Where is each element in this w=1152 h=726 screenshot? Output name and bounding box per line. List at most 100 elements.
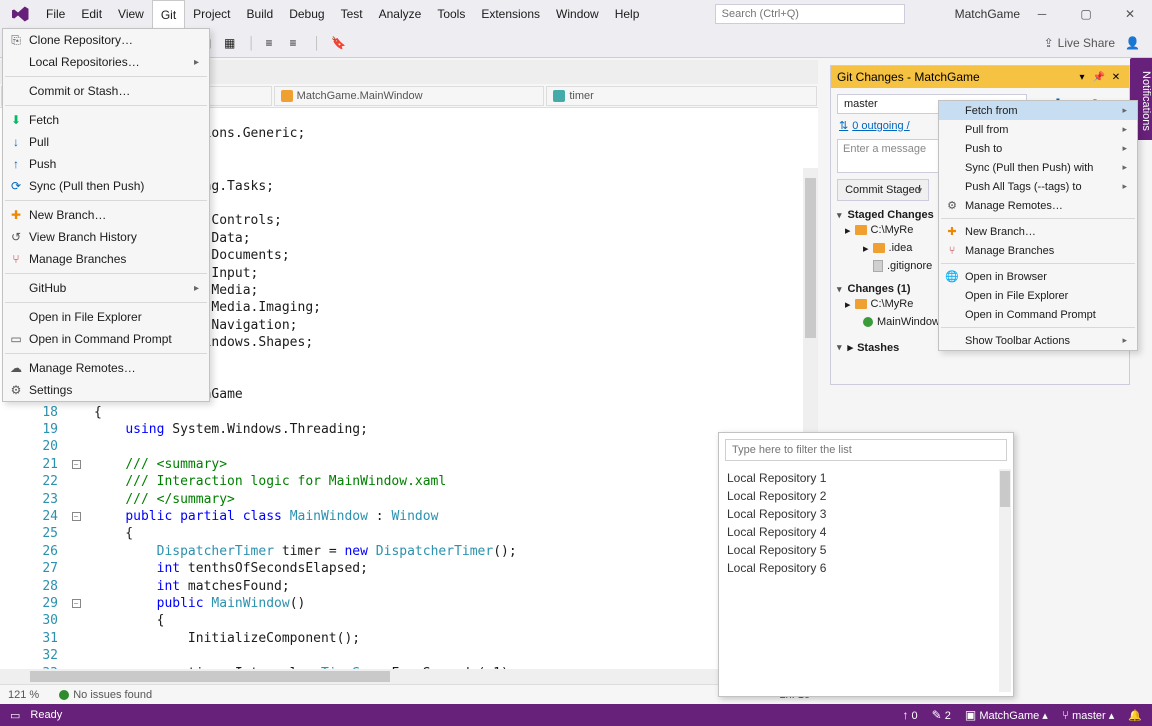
ctx-open-cmd[interactable]: Open in Command Prompt: [939, 305, 1137, 324]
branches-icon: ⑂: [945, 244, 959, 258]
local-repos-popup: Local Repository 1Local Repository 2Loca…: [718, 432, 1014, 697]
panel-pin-icon[interactable]: 📌: [1092, 70, 1106, 84]
menu-project[interactable]: Project: [185, 0, 238, 28]
editor-status-bar: 121 % No issues found Ln: 16: [0, 684, 818, 704]
menu-debug[interactable]: Debug: [281, 0, 332, 28]
status-repo[interactable]: ▣ MatchGame ▴: [965, 708, 1048, 722]
nav-class-dropdown[interactable]: MatchGame.MainWindow: [274, 86, 545, 106]
status-branch[interactable]: ⑂ master ▴: [1062, 708, 1114, 722]
git-menu-fetch[interactable]: ⬇Fetch: [3, 109, 209, 131]
git-menu-push[interactable]: ↑Push: [3, 153, 209, 175]
git-menu-github[interactable]: GitHub▸: [3, 277, 209, 299]
status-bell-icon[interactable]: 🔔: [1128, 709, 1142, 722]
class-icon: [281, 90, 293, 102]
account-icon[interactable]: 👤: [1125, 36, 1140, 50]
file-icon: [873, 260, 883, 272]
ctx-open-fe[interactable]: Open in File Explorer: [939, 286, 1137, 305]
git-menu-manage-branches[interactable]: ⑂Manage Branches: [3, 248, 209, 270]
window-controls: ─ ▢ ✕: [1020, 0, 1152, 28]
ctx-toolbar-actions[interactable]: Show Toolbar Actions▸: [939, 331, 1137, 350]
menu-analyze[interactable]: Analyze: [371, 0, 430, 28]
field-icon: [553, 90, 565, 102]
menu-build[interactable]: Build: [239, 0, 282, 28]
ctx-push-to[interactable]: Push to▸: [939, 139, 1137, 158]
menu-edit[interactable]: Edit: [73, 0, 110, 28]
git-menu-commit-stash[interactable]: Commit or Stash…: [3, 80, 209, 102]
toolbar-glyph-3[interactable]: ≡: [266, 36, 280, 50]
cs-file-icon: [863, 317, 873, 327]
repo-item[interactable]: Local Repository 3: [725, 507, 1007, 525]
repo-filter-input[interactable]: [725, 439, 1007, 461]
search-input[interactable]: [715, 4, 905, 24]
status-edits[interactable]: ✎ 2: [932, 708, 951, 722]
ctx-sync-with[interactable]: Sync (Pull then Push) with▸: [939, 158, 1137, 177]
nav-member-dropdown[interactable]: timer: [546, 86, 817, 106]
ctx-new-branch[interactable]: ✚New Branch…: [939, 222, 1137, 241]
status-upload[interactable]: ↑ 0: [902, 708, 917, 722]
fetch-icon: ⬇: [9, 113, 23, 127]
pull-icon: ↓: [9, 135, 23, 149]
horizontal-scrollbar[interactable]: [0, 669, 818, 684]
git-menu-open-explorer[interactable]: Open in File Explorer: [3, 306, 209, 328]
repo-popup-scrollbar[interactable]: [999, 469, 1011, 692]
ctx-push-all-tags[interactable]: Push All Tags (--tags) to▸: [939, 177, 1137, 196]
repo-item[interactable]: Local Repository 2: [725, 489, 1007, 507]
menu-file[interactable]: File: [38, 0, 73, 28]
repo-item[interactable]: Local Repository 1: [725, 471, 1007, 489]
panel-close-icon[interactable]: ✕: [1109, 70, 1123, 84]
git-menu-clone[interactable]: ⎘Clone Repository…: [3, 29, 209, 51]
error-status[interactable]: No issues found: [59, 689, 152, 701]
ctx-pull-from[interactable]: Pull from▸: [939, 120, 1137, 139]
ctx-open-browser[interactable]: 🌐Open in Browser: [939, 267, 1137, 286]
menu-extensions[interactable]: Extensions: [473, 0, 548, 28]
toolbar-glyph-4[interactable]: ≡: [290, 36, 304, 50]
menu-test[interactable]: Test: [333, 0, 371, 28]
folder-icon: [855, 299, 867, 309]
repo-item[interactable]: Local Repository 6: [725, 561, 1007, 579]
panel-dropdown-icon[interactable]: ▾: [1075, 70, 1089, 84]
repo-item[interactable]: Local Repository 4: [725, 525, 1007, 543]
menu-tools[interactable]: Tools: [429, 0, 473, 28]
ctx-manage-remotes[interactable]: ⚙Manage Remotes…: [939, 196, 1137, 215]
minimize-button[interactable]: ─: [1020, 0, 1064, 28]
live-share-button[interactable]: ⇪ Live Share: [1044, 36, 1115, 50]
git-menu-pull[interactable]: ↓Pull: [3, 131, 209, 153]
zoom-level[interactable]: 121 %: [8, 689, 39, 701]
git-menu-branch-history[interactable]: ↺View Branch History: [3, 226, 209, 248]
bookmark-icon[interactable]: 🔖: [331, 36, 345, 50]
new-branch-icon: ✚: [945, 225, 959, 239]
vs-logo-icon: [10, 3, 32, 25]
live-share-label: Live Share: [1058, 36, 1115, 50]
branches-icon: ⑂: [9, 252, 23, 266]
new-branch-icon: ✚: [9, 208, 23, 222]
sync-icon: ⟳: [9, 179, 23, 193]
title-bar: FileEditViewGitProjectBuildDebugTestAnal…: [0, 0, 1152, 28]
commit-staged-button[interactable]: Commit Staged: [837, 179, 929, 201]
live-share-icon: ⇪: [1044, 36, 1054, 50]
git-menu-sync[interactable]: ⟳Sync (Pull then Push): [3, 175, 209, 197]
git-menu-settings[interactable]: ⚙Settings: [3, 379, 209, 401]
status-ready: Ready: [30, 709, 62, 721]
ctx-manage-branches[interactable]: ⑂Manage Branches: [939, 241, 1137, 260]
git-menu-manage-remotes[interactable]: ☁Manage Remotes…: [3, 357, 209, 379]
folder-icon: [873, 243, 885, 253]
maximize-button[interactable]: ▢: [1064, 0, 1108, 28]
close-button[interactable]: ✕: [1108, 0, 1152, 28]
menu-bar: FileEditViewGitProjectBuildDebugTestAnal…: [38, 0, 715, 28]
git-menu-open-cmd[interactable]: ▭Open in Command Prompt: [3, 328, 209, 350]
menu-help[interactable]: Help: [607, 0, 648, 28]
git-more-context-menu: Fetch from▸ Pull from▸ Push to▸ Sync (Pu…: [938, 100, 1138, 351]
menu-git[interactable]: Git: [152, 0, 185, 28]
menu-window[interactable]: Window: [548, 0, 607, 28]
ctx-fetch-from[interactable]: Fetch from▸: [939, 101, 1137, 120]
git-menu-local-repos[interactable]: Local Repositories…▸: [3, 51, 209, 73]
cmd-icon: ▭: [9, 332, 23, 346]
git-changes-titlebar[interactable]: Git Changes - MatchGame ▾ 📌 ✕: [831, 66, 1129, 88]
gear-icon: ⚙: [9, 383, 23, 397]
status-bar: ▭ Ready ↑ 0 ✎ 2 ▣ MatchGame ▴ ⑂ master ▴…: [0, 704, 1152, 726]
git-menu-new-branch[interactable]: ✚New Branch…: [3, 204, 209, 226]
menu-view[interactable]: View: [110, 0, 152, 28]
git-menu-dropdown: ⎘Clone Repository… Local Repositories…▸ …: [2, 28, 210, 402]
toolbar-glyph-2[interactable]: ▦: [224, 36, 238, 50]
repo-item[interactable]: Local Repository 5: [725, 543, 1007, 561]
